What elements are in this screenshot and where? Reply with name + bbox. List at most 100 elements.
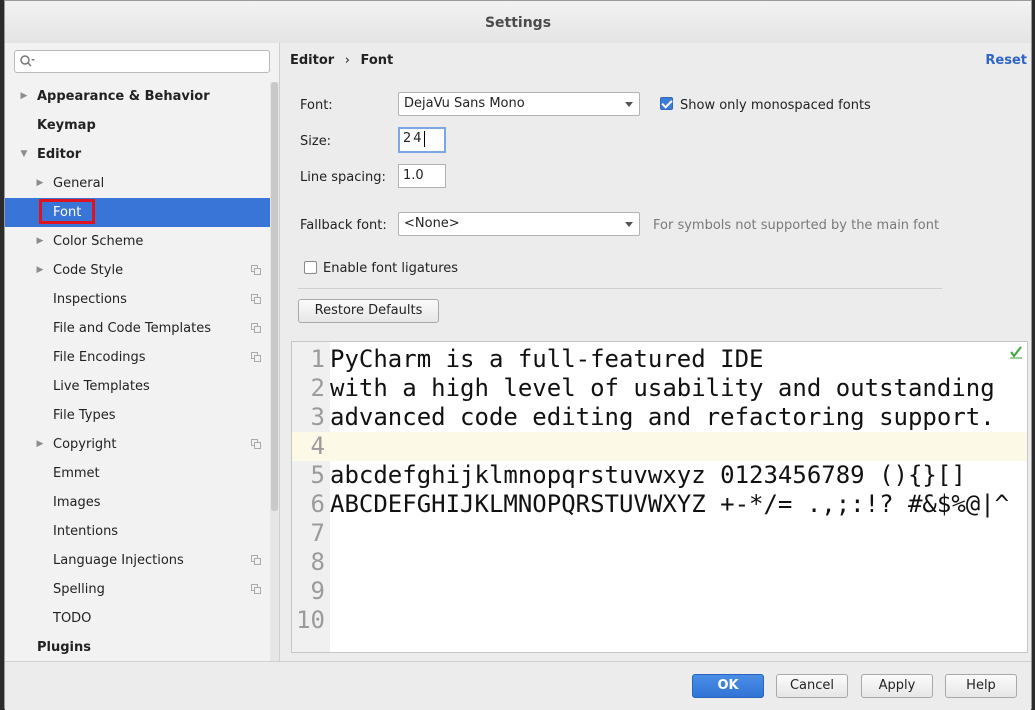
sidebar-item-label: Live Templates [53,379,150,394]
sidebar-item-general[interactable]: ▶ General [5,169,270,198]
sidebar-item-images[interactable]: Images [5,488,270,517]
breadcrumb: Editor › Font [290,53,399,68]
sidebar-item-language-injections[interactable]: Language Injections [5,546,270,575]
line-spacing-input[interactable]: 1.0 [398,164,446,188]
preview-line: 1 PyCharm is a full-featured IDE [292,345,1027,374]
reset-link[interactable]: Reset [985,53,1027,68]
sidebar-item-code-style[interactable]: ▶ Code Style [5,256,270,285]
sidebar-item-keymap[interactable]: Keymap [5,111,270,140]
project-scope-icon [251,265,261,275]
sidebar-item-label: Spelling [53,582,105,597]
chevron-down-icon [625,222,633,227]
sidebar-item-label: File Types [53,408,116,423]
cancel-button[interactable]: Cancel [776,674,848,698]
sidebar-scroll-thumb[interactable] [271,82,278,511]
sidebar-item-label: File and Code Templates [53,321,211,336]
chevron-down-icon [625,102,633,107]
line-number: 4 [310,432,325,460]
sidebar-item-live-templates[interactable]: Live Templates [5,372,270,401]
preview-line: 9 [292,577,1027,606]
sidebar-item-file-and-code-templates[interactable]: File and Code Templates [5,314,270,343]
sidebar-item-inspections[interactable]: Inspections [5,285,270,314]
sidebar-item-font[interactable]: Font [5,198,270,227]
search-text-field[interactable] [39,53,268,71]
fallback-font-value: <None> [404,216,460,231]
size-input[interactable]: 24 [398,127,446,153]
preview-line: 6 ABCDEFGHIJKLMNOPQRSTUVWXYZ +-*/= .,;:!?… [292,490,1027,519]
divider [298,288,942,289]
project-scope-icon [251,555,261,565]
preview-text: PyCharm is a full-featured IDE [330,345,764,373]
ligatures-checkbox[interactable] [304,261,317,274]
sidebar-item-label: File Encodings [53,350,146,365]
preview-line: 10 [292,606,1027,635]
apply-button[interactable]: Apply [861,674,933,698]
expand-arrow-right-icon[interactable]: ▶ [18,82,30,111]
ok-button[interactable]: OK [692,674,764,698]
settings-tree: ▶ Appearance & Behavior Keymap ▼ Editor ▶ Gene… [5,82,270,662]
preview-text: ABCDEFGHIJKLMNOPQRSTUVWXYZ +-*/= .,;:!? … [330,490,1010,518]
expand-arrow-right-icon[interactable]: ▶ [34,256,46,285]
expand-arrow-right-icon[interactable]: ▶ [34,169,46,198]
breadcrumb-parent: Editor [290,53,335,68]
line-number: 3 [310,403,325,431]
expand-arrow-down-icon[interactable]: ▼ [18,140,30,169]
ligatures-label: Enable font ligatures [323,261,459,276]
sidebar-item-label: Copyright [53,437,117,452]
sidebar-item-file-encodings[interactable]: File Encodings [5,343,270,372]
sidebar-item-label: General [53,176,105,191]
line-number: 5 [310,461,325,489]
sidebar-item-file-types[interactable]: File Types [5,401,270,430]
sidebar-item-label: Editor [37,147,82,162]
project-scope-icon [251,584,261,594]
sidebar-item-editor[interactable]: ▼ Editor [5,140,270,169]
sidebar-item-label: Appearance & Behavior [37,89,210,104]
line-number: 6 [310,490,325,518]
line-number: 2 [310,374,325,402]
restore-defaults-button[interactable]: Restore Defaults [298,299,439,323]
sidebar-item-spelling[interactable]: Spelling [5,575,270,604]
sidebar-item-label: Emmet [53,466,100,481]
font-label: Font: [300,98,333,113]
sidebar-item-emmet[interactable]: Emmet [5,459,270,488]
fallback-font-hint: For symbols not supported by the main fo… [653,218,940,233]
sidebar-item-label: TODO [53,611,92,626]
search-input[interactable] [14,50,270,73]
sidebar-item-todo[interactable]: TODO [5,604,270,633]
sidebar-item-intentions[interactable]: Intentions [5,517,270,546]
help-button[interactable]: Help [945,674,1017,698]
fallback-font-label: Fallback font: [300,218,387,233]
sidebar-item-color-scheme[interactable]: ▶ Color Scheme [5,227,270,256]
expand-arrow-right-icon[interactable]: ▶ [34,430,46,459]
window-title: Settings [5,1,1031,44]
sidebar-item-plugins[interactable]: Plugins [5,633,270,662]
monospaced-checkbox[interactable] [660,97,673,110]
search-icon[interactable] [19,54,35,70]
sidebar-item-copyright[interactable]: ▶ Copyright [5,430,270,459]
sidebar-item-label: Images [53,495,101,510]
font-preview-editor[interactable]: 1 PyCharm is a full-featured IDE 2 with a h… [291,341,1028,653]
settings-sidebar: ▶ Appearance & Behavior Keymap ▼ Editor ▶ Gene… [5,43,280,661]
size-label: Size: [300,134,332,149]
line-number: 10 [296,606,325,634]
breadcrumb-current: Font [360,53,394,68]
settings-window: Settings ▶ Appearance & Behavior Keymap ▼ Ed… [4,0,1032,710]
font-select-value: DejaVu Sans Mono [404,96,525,111]
check-icon [1010,346,1022,359]
fallback-font-select[interactable]: <None> [398,212,640,236]
sidebar-scrollbar[interactable] [270,82,279,661]
expand-arrow-right-icon[interactable]: ▶ [34,227,46,256]
preview-line: 3 advanced code editing and refactoring s… [292,403,1027,432]
font-select[interactable]: DejaVu Sans Mono [398,92,640,116]
sidebar-item-label: Intentions [53,524,119,539]
project-scope-icon [251,352,261,362]
sidebar-item-label: Code Style [53,263,124,278]
preview-line: 2 with a high level of usability and outs… [292,374,1027,403]
project-scope-icon [251,323,261,333]
preview-text: abcdefghijklmnopqrstuvwxyz 0123456789 ()… [330,461,966,489]
sidebar-item-label: Color Scheme [53,234,144,249]
sidebar-item-appearance-behavior[interactable]: ▶ Appearance & Behavior [5,82,270,111]
preview-text: advanced code editing and refactoring su… [330,403,995,431]
text-caret [423,130,425,147]
sidebar-item-label: Plugins [37,640,91,655]
